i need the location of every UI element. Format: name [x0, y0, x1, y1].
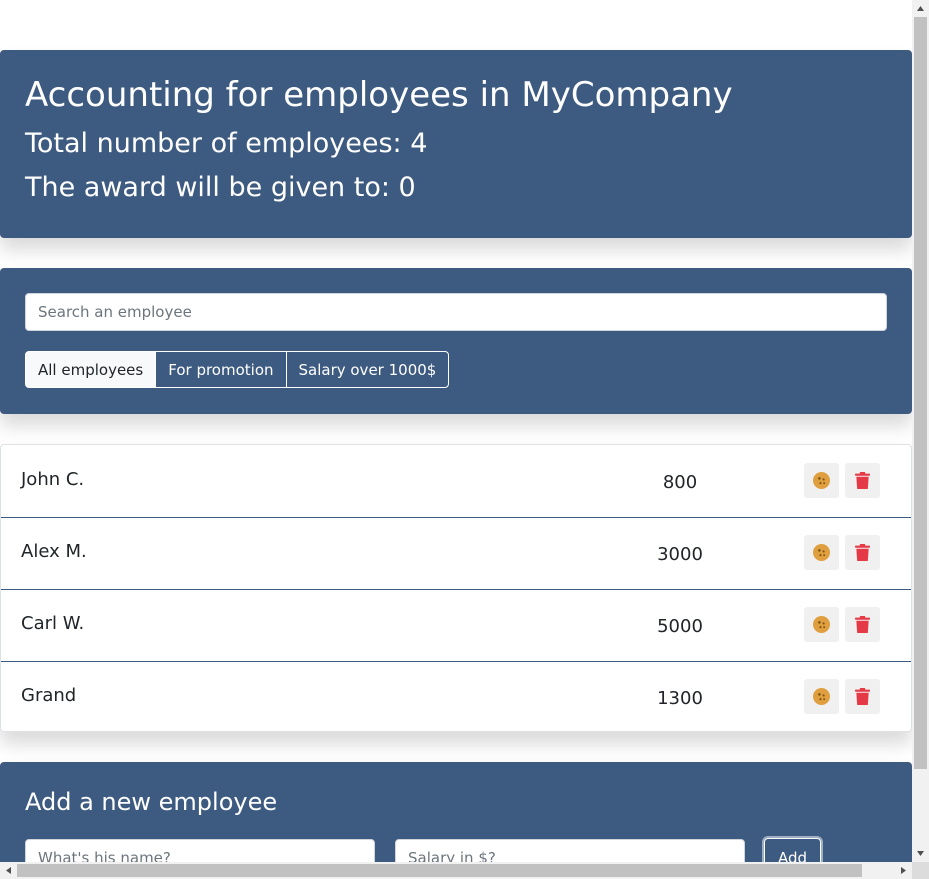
vertical-scrollbar-thumb[interactable] — [914, 17, 927, 769]
cookie-button[interactable] — [804, 679, 839, 714]
delete-button[interactable] — [845, 679, 880, 714]
employees-list: John C. 800 Alex M. 3000 Carl W. 5000 Gr… — [0, 444, 912, 732]
cookie-icon — [813, 472, 830, 489]
trash-icon — [855, 544, 870, 561]
add-employee-panel: Add a new employee Add — [0, 762, 912, 862]
filter-all-employees-button[interactable]: All employees — [25, 351, 157, 388]
scroll-up-arrow-icon[interactable] — [912, 0, 929, 17]
filter-button-group: All employees For promotion Salary over … — [25, 351, 450, 388]
scrollbar-corner — [912, 862, 929, 879]
add-employee-button[interactable]: Add — [764, 838, 821, 862]
vertical-scrollbar[interactable] — [912, 0, 929, 862]
filter-salary-over-1000-button[interactable]: Salary over 1000$ — [285, 351, 450, 388]
delete-button[interactable] — [845, 535, 880, 570]
horizontal-scrollbar[interactable] — [0, 862, 912, 879]
cookie-button[interactable] — [804, 607, 839, 642]
cookie-button[interactable] — [804, 535, 839, 570]
trash-icon — [855, 616, 870, 633]
app-title: Accounting for employees in MyCompany — [25, 75, 733, 115]
employee-name: John C. — [21, 469, 85, 490]
new-employee-name-input[interactable] — [25, 839, 375, 862]
list-item: Grand 1300 — [1, 661, 911, 733]
employee-salary[interactable]: 3000 — [631, 544, 729, 565]
search-input[interactable] — [25, 293, 887, 331]
list-item: Carl W. 5000 — [1, 589, 911, 662]
filter-for-promotion-button[interactable]: For promotion — [155, 351, 287, 388]
award-count: The award will be given to: 0 — [25, 172, 416, 203]
horizontal-scrollbar-thumb[interactable] — [17, 864, 862, 877]
scroll-down-arrow-icon[interactable] — [912, 845, 929, 862]
new-employee-salary-input[interactable] — [395, 839, 745, 862]
cookie-icon — [813, 616, 830, 633]
cookie-icon — [813, 544, 830, 561]
cookie-button[interactable] — [804, 463, 839, 498]
scroll-right-arrow-icon[interactable] — [895, 862, 912, 879]
employee-name: Carl W. — [21, 613, 85, 634]
add-form-title: Add a new employee — [25, 788, 278, 816]
cookie-icon — [813, 688, 830, 705]
search-panel: All employees For promotion Salary over … — [0, 268, 912, 414]
employee-name: Grand — [21, 685, 77, 706]
total-employees: Total number of employees: 4 — [25, 128, 428, 159]
delete-button[interactable] — [845, 463, 880, 498]
employee-salary[interactable]: 5000 — [631, 616, 729, 637]
list-item: Alex M. 3000 — [1, 517, 911, 590]
trash-icon — [855, 688, 870, 705]
employee-name: Alex M. — [21, 541, 87, 562]
employee-salary[interactable]: 800 — [631, 472, 729, 493]
list-item: John C. 800 — [1, 445, 911, 518]
page-viewport: Accounting for employees in MyCompany To… — [0, 0, 912, 862]
scroll-left-arrow-icon[interactable] — [0, 862, 17, 879]
trash-icon — [855, 472, 870, 489]
app-info-panel: Accounting for employees in MyCompany To… — [0, 50, 912, 238]
employee-salary[interactable]: 1300 — [631, 688, 729, 709]
delete-button[interactable] — [845, 607, 880, 642]
